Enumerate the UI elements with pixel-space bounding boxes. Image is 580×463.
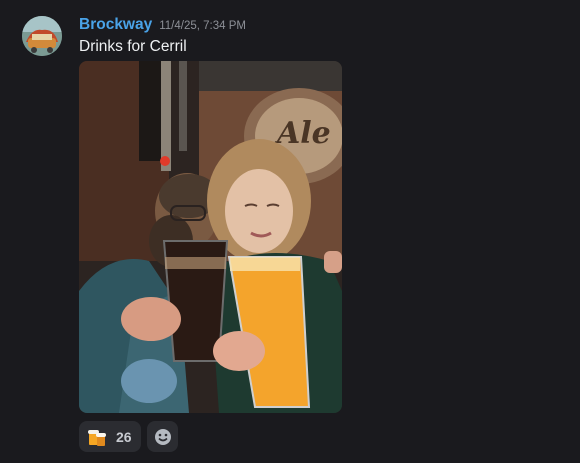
- reaction-count: 26: [116, 428, 132, 445]
- reaction-beers[interactable]: 26: [79, 421, 141, 452]
- message-timestamp: 11/4/25, 7:34 PM: [159, 20, 246, 32]
- avatar-image: [22, 16, 62, 56]
- smiley-add-icon: [154, 428, 171, 445]
- chat-message: Brockway 11/4/25, 7:34 PM Drinks for Cer…: [0, 0, 580, 463]
- user-avatar[interactable]: [22, 16, 62, 56]
- photo-image: Ale: [79, 61, 342, 413]
- image-attachment[interactable]: Ale: [79, 61, 342, 413]
- reactions-bar: 26: [79, 421, 178, 452]
- message-header: Brockway 11/4/25, 7:34 PM: [79, 16, 246, 38]
- add-reaction-button[interactable]: [147, 421, 178, 452]
- author-name[interactable]: Brockway: [79, 16, 152, 34]
- message-content: Drinks for Cerril: [79, 38, 187, 55]
- beers-icon: [88, 429, 106, 446]
